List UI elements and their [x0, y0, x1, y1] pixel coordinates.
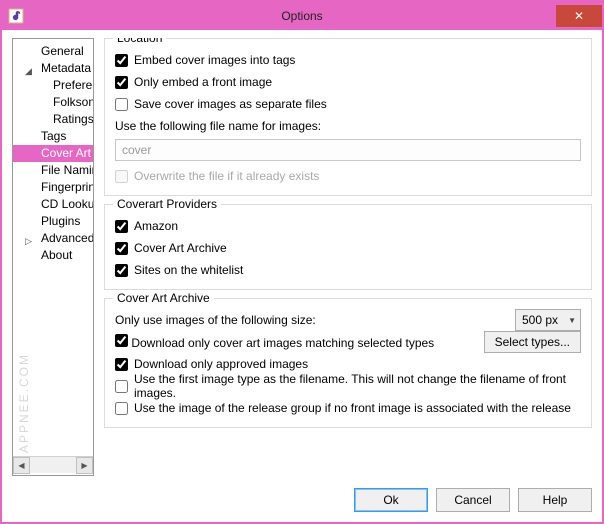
content-area: General ◢ Metadata Preferences Folksonomy Rat… [2, 30, 602, 482]
providers-legend: Coverart Providers [113, 197, 221, 211]
first-type-checkbox-label[interactable]: Use the first image type as the filename… [115, 372, 581, 400]
sidebar-hscrollbar[interactable]: ◀ ▶ [13, 456, 93, 473]
scroll-left-button[interactable]: ◀ [13, 457, 30, 474]
save-sep-checkbox-label[interactable]: Save cover images as separate files [115, 97, 327, 111]
size-label: Only use images of the following size: [115, 313, 316, 327]
nav-item-label: Ratings [53, 112, 93, 126]
expander-icon[interactable]: ◢ [25, 63, 34, 72]
caa-checkbox-label[interactable]: Cover Art Archive [115, 241, 227, 255]
nav-item[interactable]: Ratings [13, 111, 93, 128]
save-sep-checkbox[interactable] [115, 98, 128, 111]
nav-item[interactable]: Fingerprinting [13, 179, 93, 196]
whitelist-checkbox-label[interactable]: Sites on the whitelist [115, 263, 243, 277]
filename-input[interactable] [115, 139, 581, 161]
embed-text: Embed cover images into tags [134, 53, 295, 67]
chevron-down-icon: ▼ [568, 316, 576, 325]
match-types-checkbox[interactable] [115, 334, 128, 347]
only-front-text: Only embed a front image [134, 75, 272, 89]
close-button[interactable]: ✕ [556, 5, 602, 27]
nav-item[interactable]: Tags [13, 128, 93, 145]
nav-item-label: Metadata [41, 61, 91, 75]
match-types-checkbox-label[interactable]: Download only cover art images matching … [115, 334, 434, 350]
archive-group: Cover Art Archive Only use images of the… [104, 298, 592, 428]
archive-legend: Cover Art Archive [113, 291, 214, 305]
nav-item[interactable]: About [13, 247, 93, 264]
first-type-text: Use the first image type as the filename… [134, 372, 581, 400]
overwrite-checkbox [115, 170, 128, 183]
location-group: Location Embed cover images into tags On… [104, 38, 592, 196]
nav-item-label: About [41, 248, 72, 262]
nav-tree[interactable]: General ◢ Metadata Preferences Folksonomy Rat… [13, 41, 93, 456]
caa-text: Cover Art Archive [134, 241, 227, 255]
nav-item[interactable]: Plugins [13, 213, 93, 230]
options-window: Options ✕ General ◢ Metadata Preferences Fol… [0, 0, 604, 524]
select-types-button[interactable]: Select types... [484, 331, 581, 353]
amazon-text: Amazon [134, 219, 178, 233]
whitelist-checkbox[interactable] [115, 264, 128, 277]
nav-sidebar: General ◢ Metadata Preferences Folksonomy Rat… [12, 38, 94, 476]
nav-item[interactable]: Cover Art [13, 145, 93, 162]
release-group-checkbox[interactable] [115, 402, 128, 415]
overwrite-checkbox-label: Overwrite the file if it already exists [115, 169, 319, 183]
nav-item[interactable]: CD Lookup [13, 196, 93, 213]
caa-checkbox[interactable] [115, 242, 128, 255]
approved-text: Download only approved images [134, 357, 308, 371]
close-icon: ✕ [574, 9, 584, 23]
providers-group: Coverart Providers Amazon Cover Art Arch… [104, 204, 592, 290]
nav-item-label: Preferences [53, 78, 93, 92]
only-front-checkbox-label[interactable]: Only embed a front image [115, 75, 272, 89]
first-type-checkbox[interactable] [115, 380, 128, 393]
nav-item-label: Tags [41, 129, 66, 143]
size-value: 500 px [522, 313, 558, 327]
nav-item-label: Fingerprinting [41, 180, 93, 194]
overwrite-text: Overwrite the file if it already exists [134, 169, 319, 183]
nav-item-label: Plugins [41, 214, 80, 228]
help-button[interactable]: Help [518, 488, 592, 512]
embed-checkbox[interactable] [115, 54, 128, 67]
nav-item[interactable]: File Naming [13, 162, 93, 179]
location-legend: Location [113, 38, 166, 45]
expander-icon[interactable]: ▷ [25, 233, 34, 242]
nav-item-label: Folksonomy [53, 95, 93, 109]
only-front-checkbox[interactable] [115, 76, 128, 89]
nav-item[interactable]: ▷ Advanced [13, 230, 93, 247]
match-types-text: Download only cover art images matching … [131, 336, 434, 350]
titlebar: Options ✕ [2, 2, 602, 30]
scroll-track[interactable] [30, 457, 76, 473]
dialog-footer: Ok Cancel Help [2, 482, 602, 522]
main-panel: Location Embed cover images into tags On… [104, 38, 592, 476]
whitelist-text: Sites on the whitelist [134, 263, 243, 277]
approved-checkbox-label[interactable]: Download only approved images [115, 357, 308, 371]
nav-item[interactable]: Folksonomy [13, 94, 93, 111]
save-sep-text: Save cover images as separate files [134, 97, 327, 111]
amazon-checkbox[interactable] [115, 220, 128, 233]
release-group-checkbox-label[interactable]: Use the image of the release group if no… [115, 401, 571, 415]
window-title: Options [2, 9, 602, 23]
approved-checkbox[interactable] [115, 358, 128, 371]
nav-item-label: Cover Art [41, 146, 91, 160]
ok-button[interactable]: Ok [354, 488, 428, 512]
cancel-button[interactable]: Cancel [436, 488, 510, 512]
nav-item-label: Advanced [41, 231, 93, 245]
nav-item-label: CD Lookup [41, 197, 93, 211]
amazon-checkbox-label[interactable]: Amazon [115, 219, 178, 233]
app-icon [8, 8, 24, 24]
nav-item[interactable]: ◢ Metadata [13, 60, 93, 77]
nav-item-label: General [41, 44, 84, 58]
nav-item[interactable]: Preferences [13, 77, 93, 94]
release-group-text: Use the image of the release group if no… [134, 401, 571, 415]
scroll-right-button[interactable]: ▶ [76, 457, 93, 474]
filename-label: Use the following file name for images: [115, 119, 321, 133]
nav-item-label: File Naming [41, 163, 93, 177]
nav-item[interactable]: General [13, 43, 93, 60]
embed-checkbox-label[interactable]: Embed cover images into tags [115, 53, 295, 67]
size-select[interactable]: 500 px ▼ [515, 309, 581, 331]
